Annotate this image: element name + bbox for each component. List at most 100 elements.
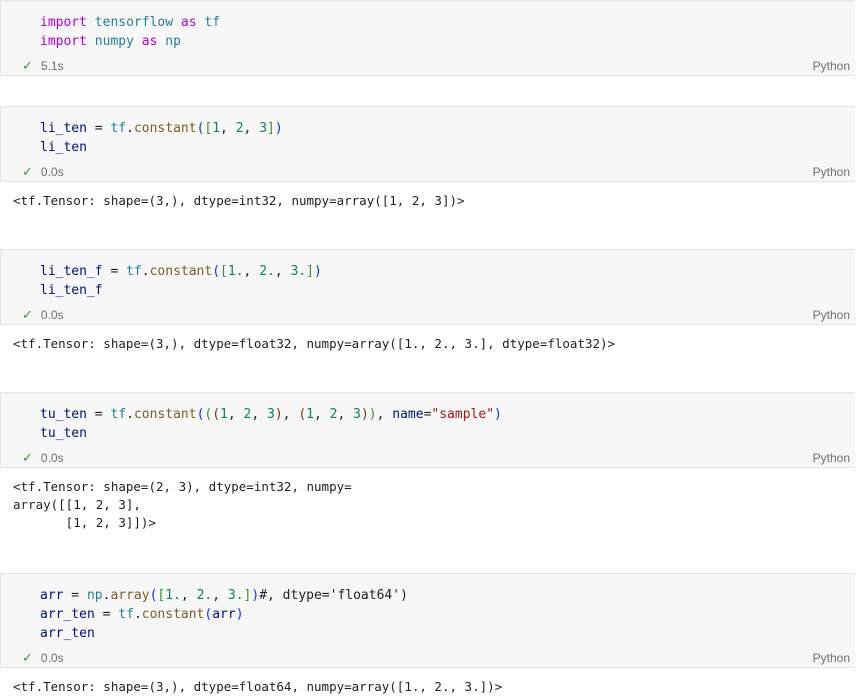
- code-line: arr = np.array([1., 2., 3.])#, dtype='fl…: [40, 586, 408, 605]
- cell-language[interactable]: Python: [813, 308, 850, 322]
- execution-time: 0.0s: [40, 165, 64, 179]
- code-token: =: [63, 588, 87, 603]
- cell-output: <tf.Tensor: shape=(2, 3), dtype=int32, n…: [13, 478, 352, 532]
- code-token: .: [126, 121, 134, 136]
- code-editor[interactable]: li_ten = tf.constant([1, 2, 3]) li_ten: [40, 119, 283, 157]
- code-token: =: [86, 407, 111, 422]
- code-cell[interactable]: arr = np.array([1., 2., 3.])#, dtype='fl…: [0, 573, 855, 668]
- code-token: tu_ten: [40, 426, 87, 441]
- code-token: ,: [227, 407, 244, 422]
- code-token: tf: [204, 15, 221, 30]
- code-token: arr_ten: [40, 626, 95, 641]
- cell-language[interactable]: Python: [813, 451, 850, 465]
- execution-time: 5.1s: [40, 59, 64, 73]
- code-line: arr_ten = tf.constant(arr): [40, 605, 408, 624]
- code-token: 3: [259, 121, 268, 136]
- code-token: array: [110, 588, 150, 603]
- code-token: ): [251, 588, 260, 603]
- code-line: import numpy as np: [40, 32, 220, 51]
- code-line: tu_ten: [40, 424, 502, 443]
- cell-language[interactable]: Python: [813, 165, 850, 179]
- code-token: =: [86, 121, 111, 136]
- code-token: (: [298, 407, 307, 422]
- code-token: "sample": [431, 407, 495, 422]
- code-token: ,: [282, 407, 299, 422]
- code-token: .: [126, 407, 134, 422]
- code-token: 1: [212, 121, 221, 136]
- cell-output: <tf.Tensor: shape=(3,), dtype=float64, n…: [13, 678, 502, 696]
- execution-status: ✓ 5.1s: [22, 59, 64, 74]
- cell-language[interactable]: Python: [813, 651, 850, 665]
- code-token: constant: [133, 407, 197, 422]
- code-token: ,: [274, 264, 291, 279]
- check-icon: ✓: [22, 165, 33, 180]
- code-token: import: [40, 34, 87, 49]
- code-cell[interactable]: tu_ten = tf.constant(((1, 2, 3), (1, 2, …: [0, 392, 855, 468]
- code-token: ,: [243, 121, 260, 136]
- code-cell[interactable]: import tensorflow as tf import numpy as n…: [0, 0, 855, 76]
- code-token: constant: [133, 121, 197, 136]
- code-token: 2.: [259, 264, 275, 279]
- code-token: 2: [235, 121, 244, 136]
- output-line: <tf.Tensor: shape=(3,), dtype=int32, num…: [13, 193, 465, 208]
- code-token: #, dtype='float64'): [259, 588, 408, 603]
- code-token: ): [235, 607, 244, 622]
- code-token: name: [392, 407, 424, 422]
- code-token: 2.: [196, 588, 213, 603]
- cell-language[interactable]: Python: [813, 59, 850, 73]
- output-line: <tf.Tensor: shape=(3,), dtype=float64, n…: [13, 679, 503, 694]
- code-token: 1.: [227, 264, 244, 279]
- code-token: .: [133, 607, 142, 622]
- cell-output: <tf.Tensor: shape=(3,), dtype=int32, num…: [13, 192, 465, 210]
- code-token: constant: [149, 264, 213, 279]
- code-token: li_ten_f: [40, 283, 103, 298]
- code-line: import tensorflow as tf: [40, 13, 220, 32]
- code-token: np: [86, 588, 103, 603]
- code-token: ,: [337, 407, 354, 422]
- code-token: ]: [306, 264, 314, 279]
- code-token: (: [212, 407, 221, 422]
- output-line: <tf.Tensor: shape=(2, 3), dtype=int32, n…: [13, 479, 352, 494]
- code-line: tu_ten = tf.constant(((1, 2, 3), (1, 2, …: [40, 405, 502, 424]
- cell-output: <tf.Tensor: shape=(3,), dtype=float32, n…: [13, 335, 615, 353]
- code-token: import: [40, 15, 87, 30]
- code-token: ,: [376, 407, 393, 422]
- code-cell[interactable]: li_ten = tf.constant([1, 2, 3]) li_ten ✓ 0.…: [0, 106, 855, 182]
- code-editor[interactable]: li_ten_f = tf.constant([1., 2., 3.]) li_t…: [40, 262, 322, 300]
- code-token: numpy: [94, 34, 134, 49]
- code-token: arr_ten: [40, 607, 95, 622]
- code-cell[interactable]: li_ten_f = tf.constant([1., 2., 3.]) li_t…: [0, 249, 855, 325]
- check-icon: ✓: [22, 59, 33, 74]
- execution-status: ✓ 0.0s: [22, 165, 64, 180]
- code-token: ,: [251, 407, 268, 422]
- code-token: as: [180, 15, 197, 30]
- code-token: 1: [306, 407, 314, 422]
- code-line: li_ten_f: [40, 281, 322, 300]
- code-token: ): [360, 407, 369, 422]
- code-token: 3: [267, 407, 275, 422]
- code-token: =: [102, 264, 127, 279]
- execution-time: 0.0s: [40, 451, 64, 465]
- code-token: ): [274, 121, 283, 136]
- code-editor[interactable]: tu_ten = tf.constant(((1, 2, 3), (1, 2, …: [40, 405, 502, 443]
- code-token: ,: [243, 264, 260, 279]
- code-token: ,: [180, 588, 197, 603]
- code-editor[interactable]: arr = np.array([1., 2., 3.])#, dtype='fl…: [40, 586, 408, 643]
- code-token: ,: [220, 121, 236, 136]
- code-token: ): [313, 264, 322, 279]
- code-token: [: [220, 264, 228, 279]
- code-token: (: [212, 264, 221, 279]
- check-icon: ✓: [22, 308, 33, 323]
- code-token: np: [165, 34, 181, 49]
- execution-status: ✓ 0.0s: [22, 308, 64, 323]
- code-token: ,: [212, 588, 228, 603]
- code-editor[interactable]: import tensorflow as tf import numpy as n…: [40, 13, 220, 51]
- output-line: <tf.Tensor: shape=(3,), dtype=float32, n…: [13, 336, 616, 351]
- code-token: tensorflow: [94, 15, 174, 30]
- code-token: arr: [212, 607, 236, 622]
- code-line: arr_ten: [40, 624, 408, 643]
- code-line: li_ten_f = tf.constant([1., 2., 3.]): [40, 262, 322, 281]
